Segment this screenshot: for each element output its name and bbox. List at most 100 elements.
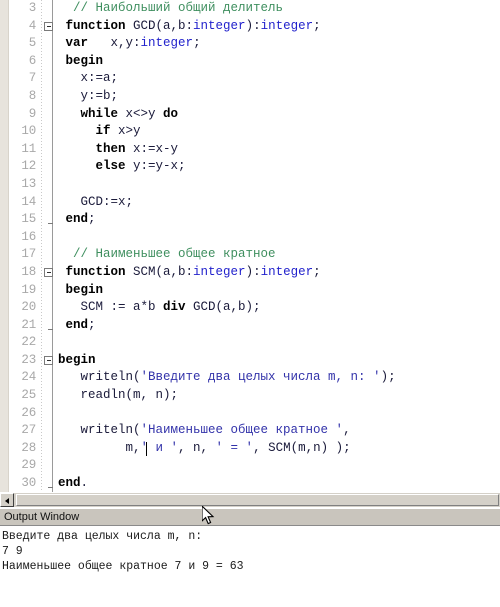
- code-line[interactable]: 14 GCD:=x;: [0, 194, 500, 212]
- line-number: 23: [21, 352, 36, 367]
- code-token-kw: var: [65, 36, 89, 51]
- code-token-typ: integer: [260, 18, 314, 33]
- line-number: 15: [21, 212, 36, 227]
- code-token-kw: begin: [65, 282, 104, 297]
- code-token-plain: ;: [313, 264, 321, 279]
- code-text: begin: [58, 352, 96, 370]
- code-text: end.: [58, 475, 88, 492]
- code-line[interactable]: 28 m,' и ', n, ' = ', SCM(m,n) );: [0, 440, 500, 458]
- code-token-kw: end: [65, 212, 89, 227]
- code-line[interactable]: 8 y:=b;: [0, 88, 500, 106]
- scrollbar-thumb[interactable]: [16, 494, 499, 506]
- code-text: var x,y:integer;: [58, 35, 201, 53]
- fold-end-marker-icon: [48, 487, 53, 489]
- code-token-typ: integer: [260, 264, 314, 279]
- line-number: 9: [28, 106, 37, 121]
- code-text: while x<>y do: [58, 106, 179, 124]
- code-text: function GCD(a,b:integer):integer;: [58, 18, 321, 36]
- scroll-left-arrow-icon[interactable]: [0, 493, 14, 507]
- line-number: 17: [21, 247, 36, 262]
- code-text: end;: [58, 211, 96, 229]
- code-line[interactable]: 18 function SCM(a,b:integer):integer;: [0, 264, 500, 282]
- code-token-str: 'Наименьшее общее кратное ': [140, 423, 344, 438]
- code-token-plain: ;: [88, 212, 96, 227]
- code-text: readln(m, n);: [58, 387, 179, 405]
- code-token-plain: x>y: [110, 124, 141, 139]
- code-token-plain: x:=a;: [58, 71, 119, 86]
- code-token-plain: writeln(: [58, 370, 141, 385]
- code-token-kw: begin: [58, 352, 96, 367]
- fold-end-marker-icon: [48, 223, 53, 225]
- code-text: function SCM(a,b:integer):integer;: [58, 264, 321, 282]
- line-number: 11: [21, 141, 36, 156]
- code-token-kw: div: [163, 300, 186, 315]
- code-line[interactable]: 24 writeln('Введите два целых числа m, n…: [0, 369, 500, 387]
- code-line[interactable]: 30 end.: [0, 475, 500, 492]
- code-line[interactable]: 21 end;: [0, 317, 500, 335]
- fold-collapse-icon[interactable]: [44, 21, 53, 31]
- code-text: // Наибольший общий делитель: [58, 0, 283, 18]
- fold-collapse-icon[interactable]: [44, 355, 53, 365]
- code-line[interactable]: 6 begin: [0, 53, 500, 71]
- code-line[interactable]: 27 writeln('Наименьшее общее кратное ',: [0, 422, 500, 440]
- output-window-body[interactable]: Введите два целых числа m, n: 7 9 Наименьш…: [0, 525, 500, 607]
- code-line[interactable]: 3 // Наибольший общий делитель: [0, 0, 500, 18]
- code-line[interactable]: 23 begin: [0, 352, 500, 370]
- code-token-typ: integer: [193, 264, 246, 279]
- line-number: 7: [28, 71, 37, 86]
- code-line[interactable]: 25 readln(m, n);: [0, 387, 500, 405]
- line-number: 8: [28, 88, 37, 103]
- code-line[interactable]: 4 function GCD(a,b:integer):integer;: [0, 18, 500, 36]
- editor-horizontal-scrollbar[interactable]: [0, 492, 500, 507]
- code-line[interactable]: 29: [0, 457, 500, 475]
- line-number: 24: [21, 370, 36, 385]
- code-line[interactable]: 20 SCM := a*b div GCD(a,b);: [0, 299, 500, 317]
- line-number: 13: [21, 176, 36, 191]
- code-text: then x:=x-y: [58, 141, 179, 159]
- code-line[interactable]: 11 then x:=x-y: [0, 141, 500, 159]
- code-token-str: ' = ': [215, 440, 254, 455]
- code-token-plain: ;: [88, 317, 96, 332]
- code-line[interactable]: 15 end;: [0, 211, 500, 229]
- code-token-kw: end: [58, 476, 81, 491]
- code-line-list: 3 // Наибольший общий делитель 4 function…: [0, 0, 500, 492]
- code-line[interactable]: 16: [0, 229, 500, 247]
- code-line[interactable]: 7 x:=a;: [0, 70, 500, 88]
- code-line[interactable]: 9 while x<>y do: [0, 106, 500, 124]
- code-line[interactable]: 19 begin: [0, 282, 500, 300]
- code-text: end;: [58, 317, 96, 335]
- line-number: 14: [21, 194, 36, 209]
- code-text: SCM := a*b div GCD(a,b);: [58, 299, 261, 317]
- code-token-plain: ,: [343, 423, 351, 438]
- code-line[interactable]: 22: [0, 334, 500, 352]
- fold-collapse-icon[interactable]: [44, 267, 53, 277]
- code-line[interactable]: 26: [0, 405, 500, 423]
- line-number: 29: [21, 458, 36, 473]
- code-editor[interactable]: 3 // Наибольший общий делитель 4 function…: [0, 0, 500, 492]
- code-token-plain: ):: [245, 18, 261, 33]
- code-token-plain: y:=b;: [58, 88, 119, 103]
- code-text: // Наименьшее общее кратное: [58, 246, 276, 264]
- code-line[interactable]: 10 if x>y: [0, 123, 500, 141]
- text-caret: [146, 441, 147, 456]
- output-line: 7 9: [2, 545, 23, 558]
- line-number: 22: [21, 335, 36, 350]
- code-line[interactable]: 17 // Наименьшее общее кратное: [0, 246, 500, 264]
- code-token-plain: y:=y-x;: [125, 159, 186, 174]
- line-number: 5: [28, 36, 37, 51]
- code-line[interactable]: 5 var x,y:integer;: [0, 35, 500, 53]
- code-token-kw: do: [163, 106, 179, 121]
- output-line: Введите два целых числа m, n:: [2, 530, 203, 543]
- code-line[interactable]: 12 else y:=y-x;: [0, 158, 500, 176]
- code-token-str: 'Введите два целых числа m, n: ': [140, 370, 381, 385]
- line-number: 25: [21, 388, 36, 403]
- code-text: if x>y: [58, 123, 141, 141]
- code-line[interactable]: 13: [0, 176, 500, 194]
- code-token-plain: GCD(a,b);: [185, 300, 261, 315]
